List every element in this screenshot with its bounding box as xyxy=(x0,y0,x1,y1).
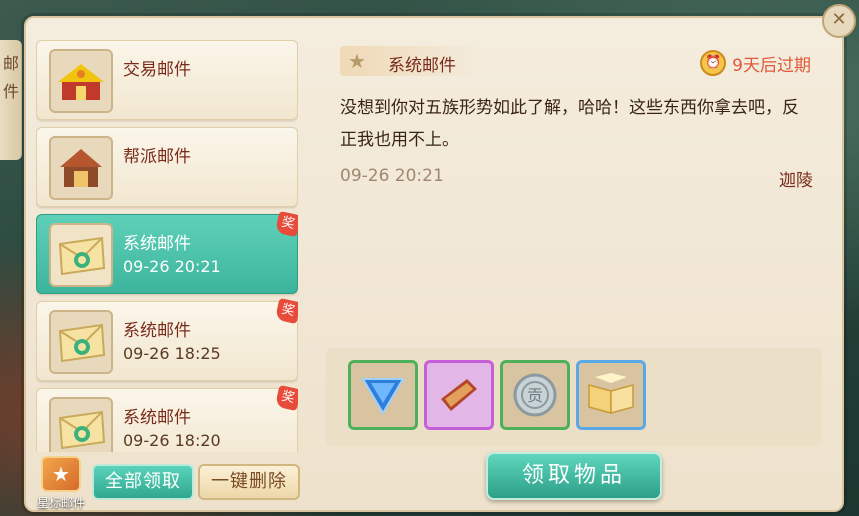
reward-badge: 奖 xyxy=(274,210,298,238)
alarm-clock-icon: ⏰ xyxy=(700,50,727,76)
svg-text:贡: 贡 xyxy=(527,386,543,405)
star-mail-button[interactable]: ★ 星标邮件 xyxy=(30,456,92,512)
mail-item-system[interactable]: 系统邮件 09-26 18:20 奖 xyxy=(36,384,298,452)
detail-title: 系统邮件 xyxy=(388,56,456,76)
envelope-icon xyxy=(49,310,113,374)
detail-header: ★ 系统邮件 xyxy=(340,46,480,76)
mail-title: 系统邮件 xyxy=(123,321,191,341)
mail-date: 09-26 20:21 xyxy=(123,257,221,276)
mail-item-system-selected[interactable]: 系统邮件 09-26 20:21 奖 xyxy=(36,210,298,294)
reward-badge: 奖 xyxy=(274,384,298,412)
attachment-slot[interactable] xyxy=(576,360,646,430)
delete-all-button[interactable]: 一键删除 xyxy=(198,464,300,500)
expire-indicator: ⏰ 9天后过期 xyxy=(700,50,811,76)
mail-body: 没想到你对五族形势如此了解，哈哈！这些东西你拿去吧，反正我也用不上。 xyxy=(340,98,799,150)
close-button[interactable]: ✕ xyxy=(822,4,856,38)
mail-date: 09-26 18:25 xyxy=(123,344,221,363)
mail-item-guild[interactable]: 帮派邮件 xyxy=(36,127,298,207)
attachment-slot[interactable]: 贡 xyxy=(500,360,570,430)
reward-badge: 奖 xyxy=(274,297,298,325)
detail-date: 09-26 20:21 xyxy=(340,166,444,186)
attachment-slot[interactable] xyxy=(424,360,494,430)
mail-list: 交易邮件 帮派邮件 系统邮件 09-26 20:21 奖 系统邮件 09-26 … xyxy=(36,40,298,452)
expire-text: 9天后过期 xyxy=(732,55,811,76)
side-tab-label: 邮 件 xyxy=(2,54,19,101)
pavilion-icon xyxy=(49,49,113,113)
silver-coin-icon: 贡 xyxy=(513,373,557,417)
blue-gem-icon xyxy=(361,378,405,415)
star-icon[interactable]: ★ xyxy=(348,49,366,73)
mail-date: 09-26 18:20 xyxy=(123,431,221,450)
star-mail-label: 星标邮件 xyxy=(36,496,85,510)
mail-title: 系统邮件 xyxy=(123,234,191,254)
collect-all-button[interactable]: 全部领取 xyxy=(92,464,194,500)
mail-title: 帮派邮件 xyxy=(123,147,191,167)
envelope-icon xyxy=(49,223,113,287)
mail-item-system[interactable]: 系统邮件 09-26 18:25 奖 xyxy=(36,297,298,381)
open-book-icon xyxy=(588,373,634,414)
side-tab[interactable]: 邮 件 xyxy=(0,40,22,160)
guild-hall-icon xyxy=(49,136,113,200)
mail-item-trade[interactable]: 交易邮件 xyxy=(36,40,298,120)
mail-title: 系统邮件 xyxy=(123,408,191,428)
sender-name: 迦陵 xyxy=(779,171,813,191)
attachment-slot[interactable] xyxy=(348,360,418,430)
attachment-area: 贡 xyxy=(326,348,822,446)
star-mail-icon: ★ xyxy=(41,456,81,492)
scroll-icon xyxy=(441,379,477,411)
mail-title: 交易邮件 xyxy=(123,60,191,80)
envelope-icon xyxy=(49,397,113,452)
receive-items-button[interactable]: 领取物品 xyxy=(486,452,662,500)
